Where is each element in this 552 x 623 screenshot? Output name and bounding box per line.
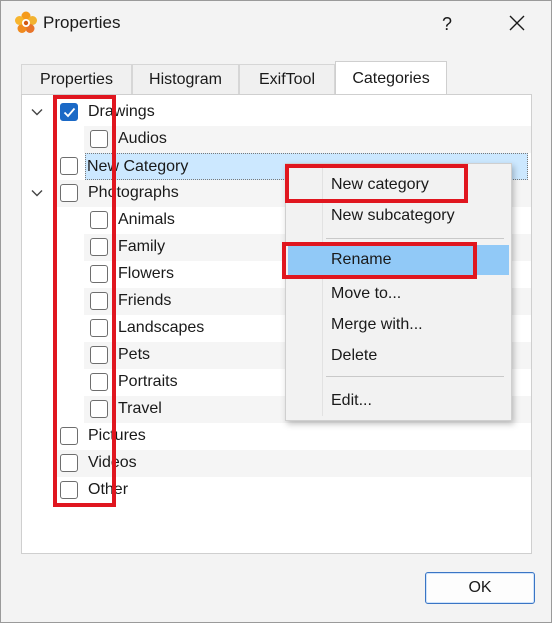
menu-item-new-subcategory[interactable]: New subcategory — [288, 201, 509, 231]
tree-item-label: Animals — [118, 211, 175, 228]
xnview-flower-icon — [14, 11, 38, 35]
tab-properties[interactable]: Properties — [21, 64, 132, 94]
help-button[interactable]: ? — [429, 7, 465, 41]
properties-dialog: Properties ? Properties Histogram ExifTo… — [0, 0, 552, 623]
menu-item-label: Delete — [331, 347, 378, 364]
close-icon — [509, 15, 525, 31]
annotation-highlight-new-category — [285, 164, 468, 203]
tree-item-label: Audios — [118, 130, 167, 147]
window-title: Properties — [43, 13, 121, 32]
menu-item-label: Edit... — [331, 392, 372, 409]
menu-item-delete[interactable]: Delete — [288, 341, 509, 371]
menu-separator — [326, 238, 504, 239]
menu-item-edit[interactable]: Edit... — [288, 386, 509, 416]
tree-item-label: Travel — [118, 400, 162, 417]
tree-item-videos[interactable]: Videos — [54, 450, 531, 477]
tree-item-drawings[interactable]: Drawings — [54, 99, 531, 126]
tree-item-label: Friends — [118, 292, 172, 309]
chevron-down-icon[interactable] — [30, 186, 44, 200]
tree-item-label: Family — [118, 238, 166, 255]
menu-separator — [326, 376, 504, 377]
menu-item-label: Merge with... — [331, 316, 423, 333]
menu-item-merge-with[interactable]: Merge with... — [288, 310, 509, 340]
tree-item-pictures[interactable]: Pictures — [54, 423, 531, 450]
menu-item-label: New subcategory — [331, 207, 455, 224]
chevron-down-icon[interactable] — [30, 105, 44, 119]
close-button[interactable] — [499, 7, 535, 41]
tree-item-label: Portraits — [118, 373, 178, 390]
tree-item-label: Flowers — [118, 265, 175, 282]
tree-item-audios[interactable]: Audios — [84, 126, 531, 153]
tab-exiftool[interactable]: ExifTool — [239, 64, 335, 94]
tree-item-label: Landscapes — [118, 319, 205, 336]
title-bar: Properties ? — [1, 1, 551, 47]
annotation-highlight-checkboxes — [53, 95, 116, 507]
tab-histogram[interactable]: Histogram — [132, 64, 239, 94]
tab-categories[interactable]: Categories — [335, 61, 447, 95]
tree-item-label: Pets — [118, 346, 151, 363]
annotation-highlight-rename — [282, 242, 477, 279]
menu-item-label: Move to... — [331, 285, 402, 302]
menu-item-move-to[interactable]: Move to... — [288, 279, 509, 309]
tree-item-other[interactable]: Other — [54, 477, 531, 504]
ok-button[interactable]: OK — [425, 572, 535, 604]
